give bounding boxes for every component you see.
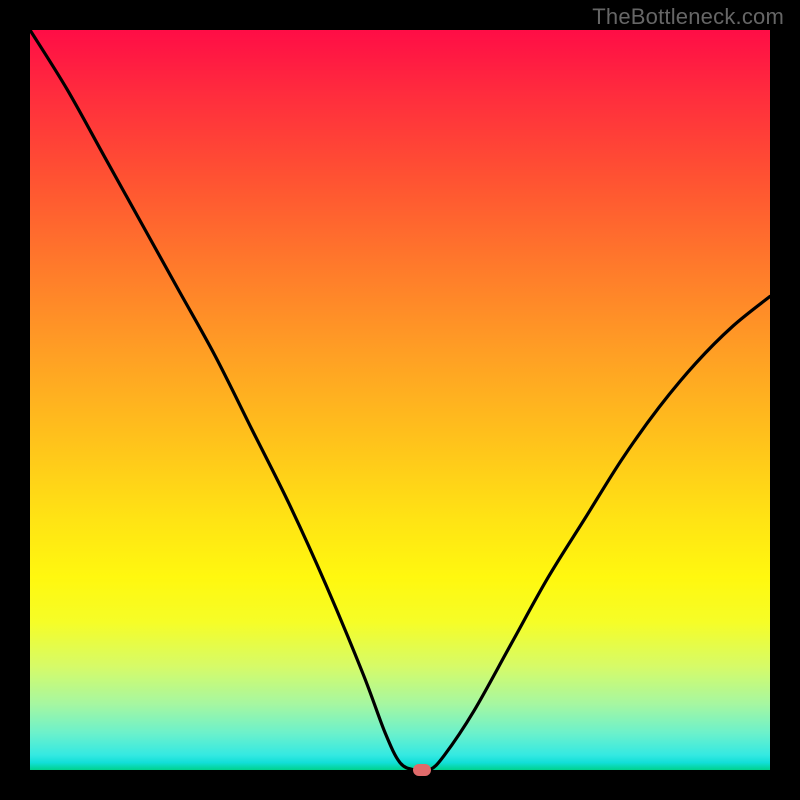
bottleneck-curve-svg (30, 30, 770, 770)
watermark-text: TheBottleneck.com (592, 4, 784, 30)
minimum-marker (413, 764, 431, 776)
bottleneck-curve-path (30, 30, 770, 771)
chart-frame: TheBottleneck.com (0, 0, 800, 800)
